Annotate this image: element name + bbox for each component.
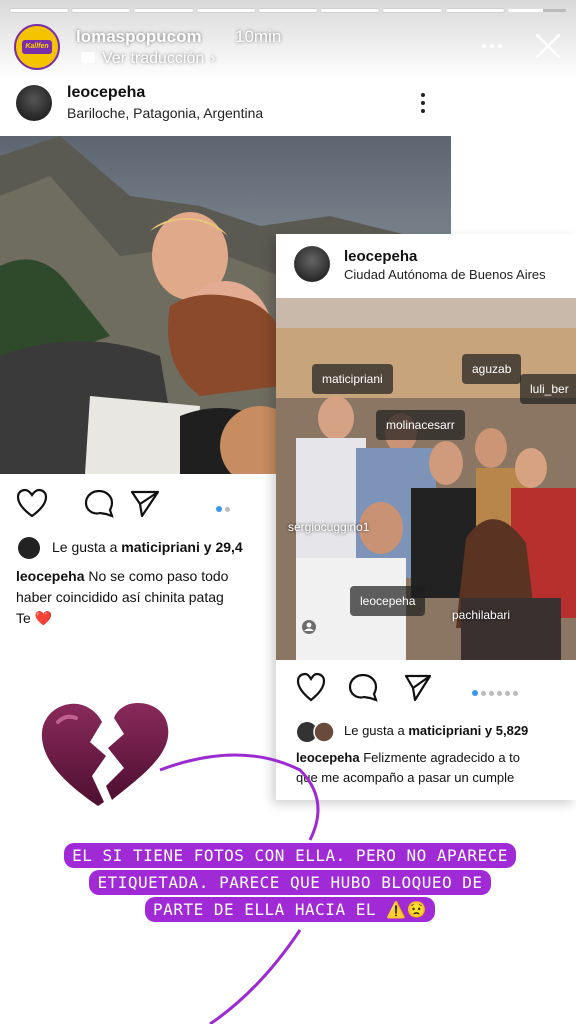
close-icon[interactable] [534,32,562,60]
tag-sergiocuggino1[interactable]: sergiocuggino1 [288,520,369,534]
banner-line-3: PARTE DE ELLA HACIA EL ⚠️😟 [145,897,435,922]
comment-icon [348,673,378,702]
banner-line-1: EL SI TIENE FOTOS CON ELLA. PERO NO APAR… [64,843,516,868]
post2-photo: maticipriani aguzab luli_ber molinacesar… [276,298,576,660]
story-time: 10min [235,27,282,46]
post2-likes[interactable]: Le gusta a maticipriani y 5,829 [344,723,528,738]
avatar-logo-text: Kallfen [22,40,52,54]
translate-button[interactable]: Ver traducción › [80,50,216,68]
share-icon [130,490,160,518]
post1-more-icon[interactable] [419,92,427,114]
translate-icon [81,52,95,66]
progress-segment [134,9,193,12]
post1-caption: leocepeha No se como paso todo haber coi… [16,568,229,626]
progress-segment [383,9,442,12]
group-photo [276,298,576,660]
post2-caption: leocepeha Felizmente agradecido a to que… [296,750,521,785]
progress-segment [258,9,318,12]
tag-leocepeha[interactable]: leocepeha [350,586,426,616]
post1-action-bar [16,488,160,518]
post2-avatar[interactable] [294,246,330,282]
post1-avatar[interactable] [16,85,52,121]
banner-line-2: ETIQUETADA. PARECE QUE HUBO BLOQUEO DE [89,870,491,895]
chevron-right-icon: › [210,50,216,67]
story-text-banner: EL SI TIENE FOTOS CON ELLA. PERO NO APAR… [20,842,560,923]
more-icon[interactable] [480,38,504,54]
heart-icon [16,488,48,518]
broken-heart-icon [41,703,169,806]
heart-icon [296,672,326,702]
post2-likes-avatars [297,721,335,743]
tag-molinacesarr[interactable]: molinacesarr [376,410,465,440]
post1-username[interactable]: leocepeha [67,84,145,102]
post1-location[interactable]: Bariloche, Patagonia, Argentina [67,105,263,121]
account-name[interactable]: lomaspopucom [76,27,202,47]
post2-action-bar [296,672,432,702]
translate-label: Ver traducción [102,50,205,67]
progress-segment [10,9,69,12]
tag-luli-ber[interactable]: luli_ber [520,374,576,404]
post1-likes[interactable]: Le gusta a maticipriani y 29,4 [52,539,243,555]
comment-icon [84,489,114,518]
account-avatar[interactable]: Kallfen [14,24,60,70]
post2-pager [472,683,521,701]
share-icon [404,674,432,702]
progress-segment [72,9,131,12]
progress-segment-current [507,9,566,12]
story-viewer: Kallfen lomaspopucom 10min Ver traducció… [0,0,576,1024]
post2-card: leocepeha Ciudad Autónoma de Buenos Aire… [276,234,576,800]
post1-likes-avatar [18,537,40,559]
progress-segment [196,9,255,12]
progress-segment [321,9,380,12]
tag-pachilabari[interactable]: pachilabari [452,608,510,622]
post2-username[interactable]: leocepeha [344,248,417,265]
progress-segment [445,9,504,12]
tag-aguzab[interactable]: aguzab [462,354,522,384]
story-progress-bar [10,9,566,12]
post1-pager [216,499,233,517]
tag-maticipriani[interactable]: maticipriani [312,364,393,394]
post2-location[interactable]: Ciudad Autónoma de Buenos Aires [344,267,546,282]
